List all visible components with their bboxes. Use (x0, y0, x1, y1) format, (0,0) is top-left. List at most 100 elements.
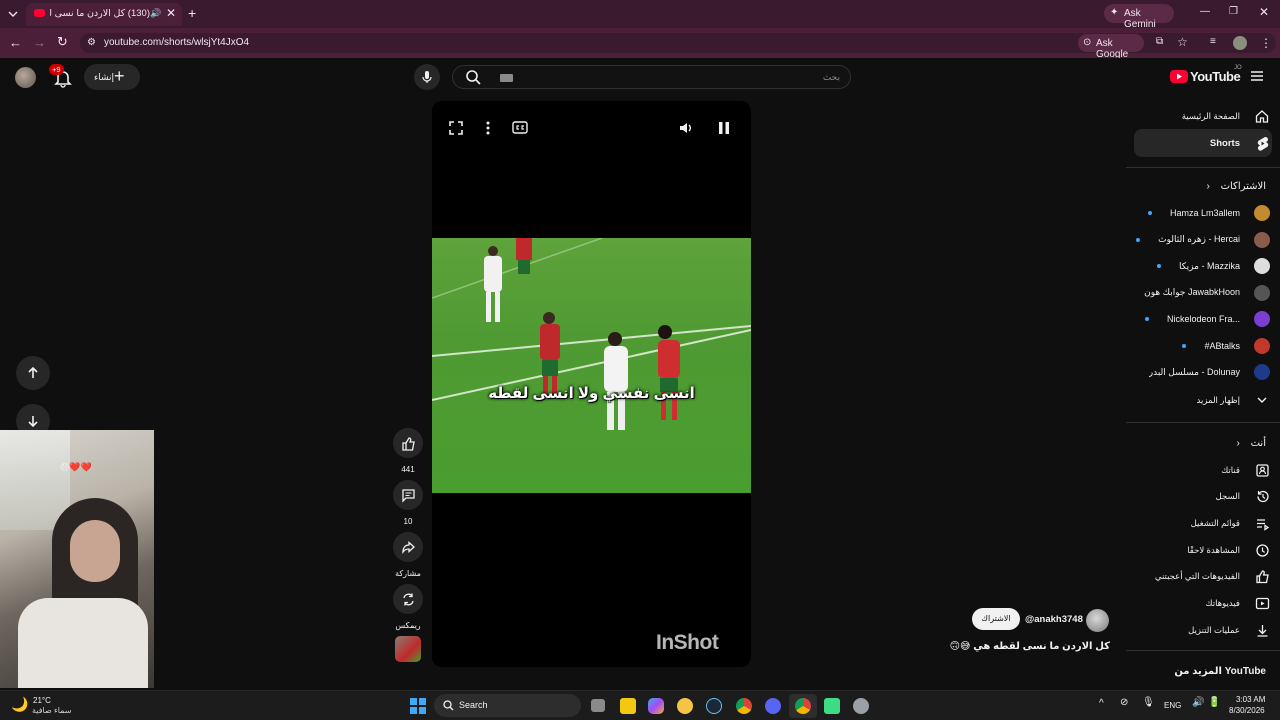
channel-handle[interactable]: @anakh3748 (1025, 614, 1083, 625)
install-app-icon[interactable]: ⧉ (1156, 36, 1163, 47)
subscribe-button[interactable]: الاشتراك (972, 608, 1020, 630)
sidebar-you-item[interactable]: فيديوهاتك (1124, 591, 1270, 617)
remix-action[interactable]: ريمكس (393, 584, 423, 630)
sidebar-subscription[interactable]: Hamza Lm3allem (1124, 200, 1270, 226)
tray-chevron-icon[interactable]: ^ (1099, 698, 1104, 709)
back-icon[interactable]: ← (9, 35, 22, 50)
search-button[interactable] (460, 65, 485, 89)
search-input[interactable]: بحث (452, 65, 851, 89)
guide-menu-button[interactable] (1250, 70, 1264, 82)
short-caption: كل الاردن ما نسى لقطه هي 😅🙃 (949, 641, 1110, 652)
forward-icon[interactable]: → (33, 35, 46, 50)
chrome-icon[interactable] (736, 698, 752, 714)
subscriptions-heading[interactable]: › الاشتراكات (1206, 181, 1266, 192)
copilot-icon[interactable] (648, 698, 664, 714)
file-explorer-icon[interactable] (677, 698, 693, 714)
android-app-icon[interactable] (824, 698, 840, 714)
reload-icon[interactable]: ↻ (57, 34, 68, 50)
restore-icon[interactable]: ❐ (1229, 6, 1238, 17)
sidebar-subscription[interactable]: جوابك هون JawabkHoon (1124, 280, 1270, 306)
sidebar-you-item[interactable]: المشاهدة لاحقًا (1124, 537, 1270, 563)
previous-short-button[interactable] (16, 356, 50, 390)
taskbar-search-label: Search (459, 700, 488, 710)
weather-temp[interactable]: 21°C (33, 696, 51, 705)
clock-date[interactable]: 8/30/2026 (1229, 706, 1265, 715)
more-from-youtube-heading: المزيد من YouTube (1174, 666, 1266, 677)
sidebar-you-item[interactable]: قناتك (1124, 457, 1270, 483)
sidebar-subscription[interactable]: مسلسل البدر - Dolunay (1124, 359, 1270, 385)
history-icon (1254, 489, 1270, 505)
language-indicator[interactable]: ENG (1164, 701, 1181, 710)
watch-later-icon (1254, 542, 1270, 558)
notifications-button[interactable]: +9 (49, 64, 74, 89)
ask-gemini-button[interactable]: ✦ Ask Gemini (1104, 4, 1174, 30)
sidebar-item-home[interactable]: الصفحة الرئيسية (1124, 103, 1270, 129)
sidebar-you-item[interactable]: قوائم التشغيل (1124, 510, 1270, 536)
arrow-down-icon (28, 416, 38, 428)
sidebar-subscription[interactable]: #ABtalks (1124, 333, 1270, 359)
steam-icon[interactable] (706, 698, 722, 714)
sidebar-subscription[interactable]: زهره الثالوث - Hercai (1124, 227, 1270, 253)
sidebar-item-label: قوائم التشغيل (1190, 517, 1240, 528)
battery-icon[interactable]: 🔋 (1208, 697, 1220, 708)
settings-icon[interactable] (853, 698, 869, 714)
microsoft-store-icon[interactable] (620, 698, 636, 714)
sidebar-item-label: زهره الثالوث - Hercai (1158, 234, 1240, 244)
reading-list-icon[interactable]: ≡ (1210, 36, 1216, 47)
sidebar-divider (1126, 167, 1280, 168)
thumbs-up-icon (401, 436, 415, 451)
voice-search-button[interactable] (414, 64, 440, 90)
address-bar[interactable]: ⚙ youtube.com/shorts/wlsjYt4JxO4 ⊙ Ask G… (80, 33, 1276, 60)
sidebar-show-more[interactable]: إظهار المزيد (1124, 387, 1270, 413)
sidebar-you-item[interactable]: الفيديوهات التي أعجبتني (1124, 564, 1270, 590)
task-view-icon[interactable] (591, 699, 605, 712)
pause-button[interactable] (718, 121, 730, 135)
like-action[interactable]: 441 (393, 428, 423, 474)
fullscreen-button[interactable] (448, 120, 464, 136)
emoji-sticker: 😞❤️❤️ (60, 462, 92, 472)
shorts-player[interactable]: انسى نفسي ولا انسى لقطه InShot (432, 101, 751, 667)
share-action[interactable]: مشاركة (393, 532, 423, 578)
chrome-profile-icon[interactable] (795, 698, 811, 714)
bookmark-star-icon[interactable]: ☆ (1177, 35, 1188, 49)
sidebar-you-item[interactable]: عمليات التنزيل (1124, 617, 1270, 643)
speaker-icon[interactable]: 🔊 (150, 8, 161, 19)
ask-google-button[interactable]: ⊙ Ask Google (1078, 34, 1144, 60)
create-button[interactable]: إنشاء + (84, 64, 140, 90)
profile-avatar[interactable] (1233, 36, 1247, 50)
webcam-overlay: 😞❤️❤️ (0, 430, 154, 688)
sidebar-subscription[interactable]: مزيكا - Mazzika (1124, 253, 1270, 279)
weather-desc[interactable]: سماء صافية (32, 706, 72, 715)
you-heading[interactable]: › أنت (1236, 438, 1266, 449)
new-tab-icon[interactable]: + (188, 5, 196, 21)
clock-time[interactable]: 3:03 AM (1236, 695, 1265, 704)
close-tab-icon[interactable]: ✕ (166, 6, 176, 20)
channel-avatar (1254, 284, 1270, 301)
sidebar-item-label: مسلسل البدر - Dolunay (1148, 366, 1240, 377)
keyboard-icon[interactable] (500, 74, 513, 82)
microphone-icon[interactable]: 🎙 (1142, 697, 1155, 708)
close-window-icon[interactable]: ✕ (1259, 5, 1269, 19)
more-options-button[interactable] (484, 120, 492, 136)
browser-menu-icon[interactable]: ⋮ (1260, 36, 1272, 50)
taskbar-search[interactable]: Search (434, 694, 581, 717)
plus-icon: + (114, 66, 125, 86)
account-avatar[interactable] (15, 67, 36, 88)
windows-start-icon[interactable] (410, 698, 426, 714)
active-tab[interactable]: (130) كل الاردن ما نسى لقطه 🔊 ✕ (26, 3, 182, 26)
network-icon[interactable]: ⊘ (1120, 697, 1128, 708)
channel-avatar[interactable] (1086, 609, 1109, 632)
volume-icon[interactable]: 🔊 (1192, 697, 1204, 708)
discord-icon[interactable] (765, 698, 781, 714)
sidebar-subscription[interactable]: Nickelodeon Fra... (1124, 306, 1270, 332)
tab-list-dropdown[interactable] (6, 7, 20, 21)
sound-thumbnail[interactable] (395, 636, 421, 662)
site-info-icon[interactable]: ⚙ (87, 37, 96, 48)
volume-button[interactable] (678, 120, 694, 136)
captions-button[interactable] (512, 121, 528, 134)
sidebar-item-shorts[interactable]: Shorts (1124, 130, 1270, 156)
youtube-logo[interactable]: YouTube JO (1170, 65, 1242, 86)
minimize-icon[interactable]: — (1200, 6, 1210, 17)
sidebar-you-item[interactable]: السجل (1124, 484, 1270, 510)
comments-action[interactable]: 10 (393, 480, 423, 526)
